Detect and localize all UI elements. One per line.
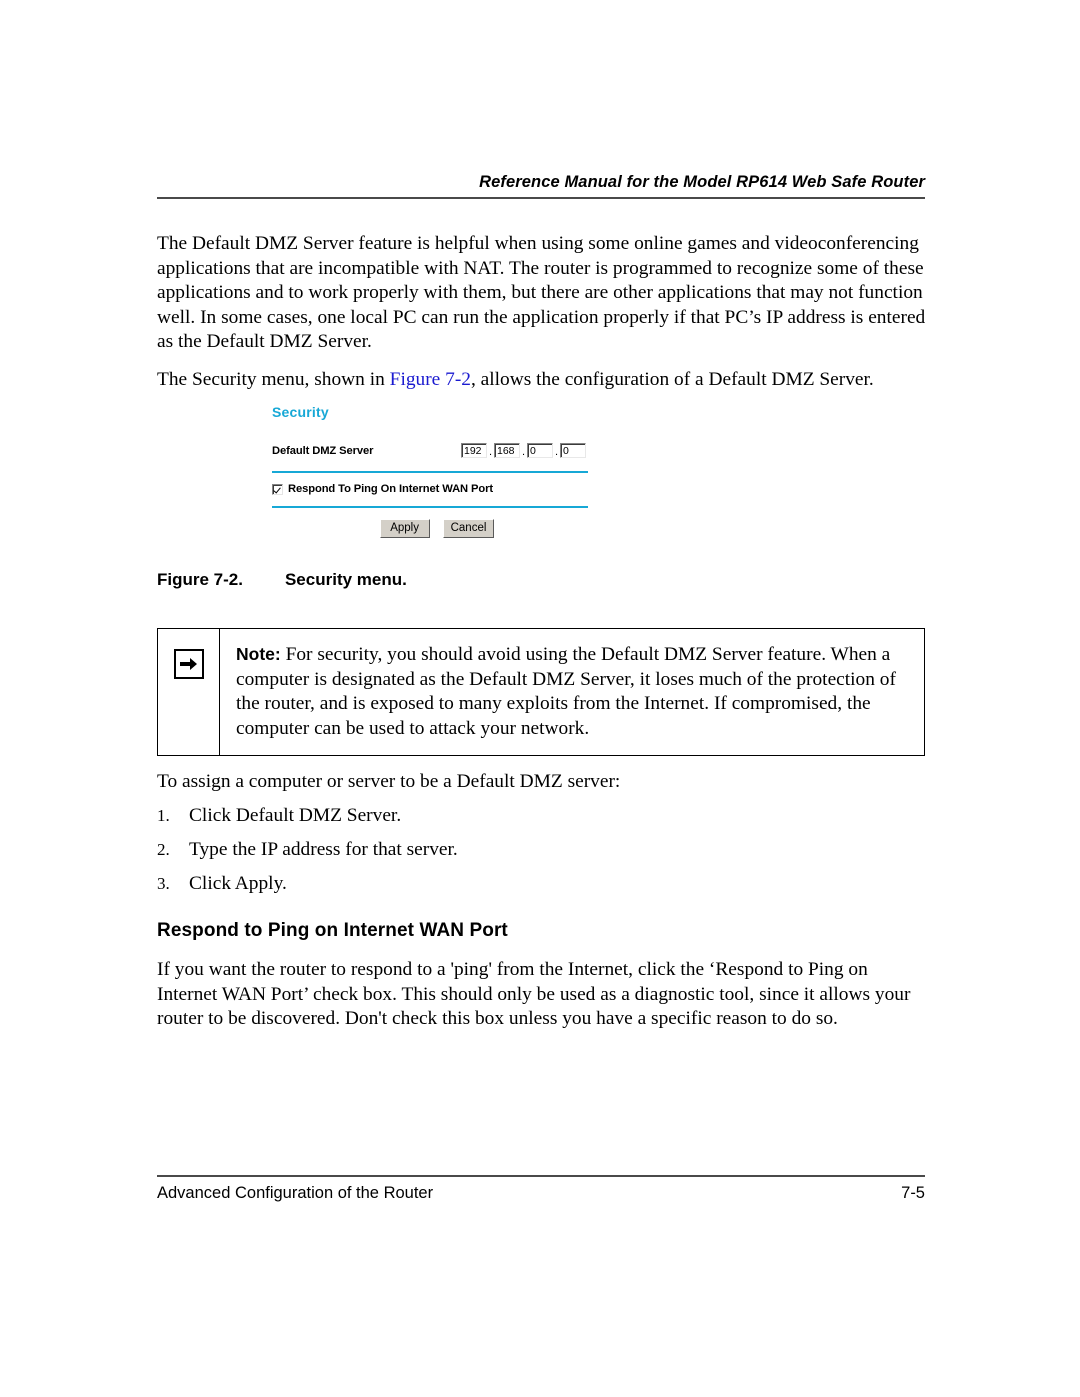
- header-title: Reference Manual for the Model RP614 Web…: [479, 173, 925, 191]
- security-menu-paragraph: The Security menu, shown in Figure 7-2, …: [157, 368, 927, 393]
- step-marker: 1.: [157, 806, 170, 825]
- panel-divider-bottom: [272, 506, 588, 508]
- note-keyword: Note:: [236, 644, 281, 664]
- page-footer: Advanced Configuration of the Router 7-5: [157, 1175, 925, 1203]
- steps-list: 1. Click Default DMZ Server. 2. Type the…: [157, 804, 757, 906]
- figure-caption-text: Security menu.: [284, 570, 407, 589]
- page-number: 7-5: [901, 1184, 925, 1202]
- figure-caption-number: Figure 7-2.: [157, 570, 243, 589]
- page-header: Reference Manual for the Model RP614 Web…: [157, 172, 925, 199]
- ip-separator-3: .: [554, 446, 559, 458]
- list-item: 2. Type the IP address for that server.: [157, 838, 757, 862]
- step-text: Click Apply.: [189, 873, 287, 894]
- right-arrow-icon: [173, 649, 204, 679]
- ip-octet-4-input[interactable]: 0: [560, 443, 586, 458]
- footer-chapter-title: Advanced Configuration of the Router: [157, 1184, 434, 1202]
- security-panel-heading: Security: [272, 404, 329, 420]
- note-callout-box: Note: For security, you should avoid usi…: [157, 628, 925, 756]
- intro-paragraph: The Default DMZ Server feature is helpfu…: [157, 233, 926, 352]
- assign-intro-paragraph: To assign a computer or server to be a D…: [157, 771, 621, 792]
- step-marker: 3.: [157, 874, 170, 893]
- respond-to-ping-label: Respond To Ping On Internet WAN Port: [288, 483, 494, 495]
- panel-button-row: Apply Cancel: [272, 519, 588, 538]
- ip-octet-3-input[interactable]: 0: [527, 443, 553, 458]
- note-body-text: For security, you should avoid using the…: [236, 644, 896, 739]
- security-menu-screenshot: Security Default DMZ Server 192 . 168 . …: [272, 404, 588, 538]
- step-text: Type the IP address for that server.: [189, 839, 458, 860]
- list-item: 1. Click Default DMZ Server.: [157, 804, 757, 828]
- figure-caption: Figure 7-2. Security menu.: [157, 570, 407, 590]
- ip-separator-2: .: [521, 446, 526, 458]
- ip-octet-1-input[interactable]: 192: [461, 443, 487, 458]
- step-marker: 2.: [157, 840, 170, 859]
- panel-divider-top: [272, 471, 588, 473]
- footer-divider: [157, 1175, 925, 1177]
- ip-address-input-group[interactable]: 192 . 168 . 0 . 0: [461, 441, 586, 460]
- note-icon-cell: [158, 629, 220, 755]
- list-item: 3. Click Apply.: [157, 872, 757, 896]
- cancel-button[interactable]: Cancel: [442, 519, 495, 538]
- respond-to-ping-paragraph: If you want the router to respond to a '…: [157, 959, 911, 1029]
- respond-to-ping-checkbox[interactable]: [272, 483, 283, 495]
- document-page: Reference Manual for the Model RP614 Web…: [0, 0, 1080, 1397]
- figure-cross-reference-link[interactable]: Figure 7-2: [390, 369, 471, 390]
- step-text: Click Default DMZ Server.: [189, 805, 402, 826]
- default-dmz-server-label: Default DMZ Server: [272, 444, 374, 457]
- paragraph-text-after-link: , allows the configuration of a Default …: [470, 369, 874, 390]
- default-dmz-server-row: Default DMZ Server 192 . 168 . 0 . 0: [272, 441, 588, 460]
- section-heading-respond-to-ping: Respond to Ping on Internet WAN Port: [157, 920, 508, 941]
- header-divider: [157, 197, 925, 199]
- respond-to-ping-row[interactable]: Respond To Ping On Internet WAN Port: [272, 483, 588, 495]
- note-text: Note: For security, you should avoid usi…: [220, 629, 924, 755]
- apply-button[interactable]: Apply: [379, 519, 430, 538]
- ip-separator-1: .: [488, 446, 493, 458]
- ip-octet-2-input[interactable]: 168: [494, 443, 520, 458]
- paragraph-text-before-link: The Security menu, shown in: [157, 369, 390, 390]
- footer-row: Advanced Configuration of the Router 7-5: [157, 1184, 925, 1203]
